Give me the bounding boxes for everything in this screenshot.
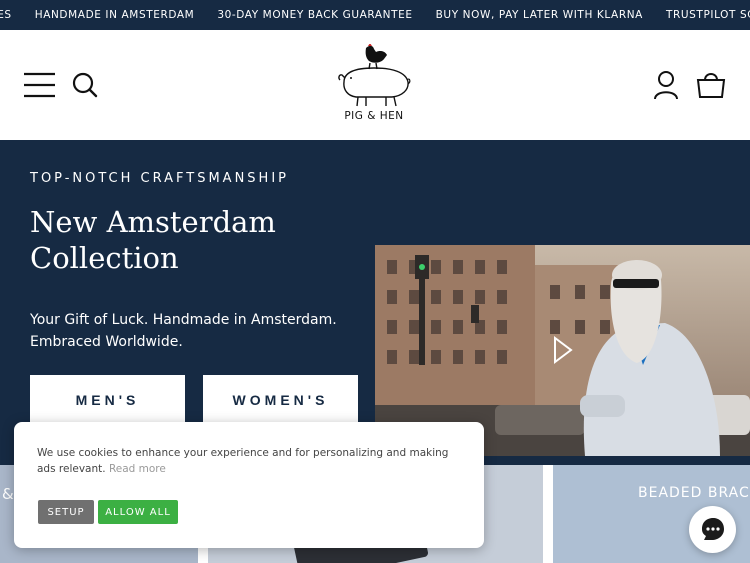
site-header: PIG & HEN	[0, 30, 750, 140]
allow-all-button[interactable]: ALLOW ALL	[98, 500, 178, 524]
search-icon[interactable]	[71, 71, 99, 99]
hero-subtitle: Your Gift of Luck. Handmade in Amsterdam…	[30, 309, 350, 353]
announcement-item: NGES	[0, 9, 12, 21]
cookie-text: We use cookies to enhance your experienc…	[37, 447, 449, 475]
announcement-item: HANDMADE IN AMSTERDAM	[34, 9, 195, 21]
setup-button[interactable]: SETUP	[38, 500, 94, 524]
mens-button[interactable]: MEN'S	[30, 375, 185, 425]
womens-button[interactable]: WOMEN'S	[203, 375, 358, 425]
hero-title-line: New Amsterdam	[30, 205, 276, 239]
category-tile-label: &	[2, 485, 15, 503]
announcement-item: 30-DAY MONEY BACK GUARANTEE	[217, 9, 413, 21]
chat-button[interactable]	[689, 506, 736, 553]
hero-subtitle-line: Embraced Worldwide.	[30, 334, 183, 350]
hero-subtitle-line: Your Gift of Luck. Handmade in Amsterdam…	[30, 312, 337, 328]
chat-icon	[702, 518, 724, 540]
cookie-message: We use cookies to enhance your experienc…	[37, 445, 467, 477]
announcement-item: BUY NOW, PAY LATER WITH KLARNA	[435, 9, 643, 21]
announcement-bar: NGES HANDMADE IN AMSTERDAM 30-DAY MONEY …	[0, 0, 750, 30]
account-icon[interactable]	[653, 70, 679, 100]
menu-icon[interactable]	[24, 72, 55, 98]
read-more-link[interactable]: Read more	[109, 463, 166, 475]
hero-eyebrow: TOP-NOTCH CRAFTSMANSHIP	[30, 171, 289, 186]
hero-title: New Amsterdam Collection	[30, 204, 360, 276]
pig-hen-logo-icon	[338, 43, 411, 107]
hero-title-line: Collection	[30, 241, 179, 275]
brand-logo[interactable]: PIG & HEN	[336, 43, 412, 126]
announcement-item: TRUSTPILOT SCORE	[665, 9, 750, 21]
cart-icon[interactable]	[695, 69, 727, 99]
category-tile-label: BEADED BRAC	[638, 485, 750, 501]
cookie-banner: We use cookies to enhance your experienc…	[14, 422, 484, 548]
brand-name: PIG & HEN	[344, 110, 404, 122]
